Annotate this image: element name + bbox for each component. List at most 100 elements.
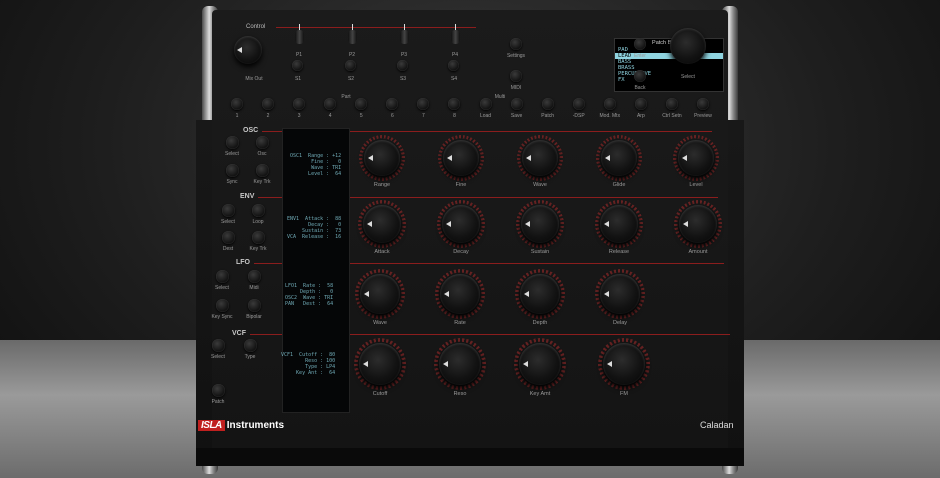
vcf-fm-knob[interactable] [603, 343, 645, 385]
knob-pointer [604, 155, 610, 161]
multi-button-save[interactable] [510, 98, 523, 110]
button-label: 3 [297, 113, 301, 119]
knob-label: Reso [453, 391, 467, 397]
lfo-depth-knob[interactable] [520, 274, 560, 314]
env-decay-knob[interactable] [442, 205, 480, 243]
knob-label: Decay [453, 249, 469, 255]
env-sustain-knob[interactable] [521, 205, 559, 243]
osc-select-button[interactable] [226, 136, 239, 149]
env-display-text: ENV1 Attack : 88 Decay : 0 Sustain : 73 … [287, 216, 342, 240]
env-loop-button[interactable] [252, 204, 265, 217]
midi-button[interactable] [510, 70, 522, 82]
knob-pointer [364, 291, 369, 297]
knob-pointer [604, 291, 609, 297]
button-label: 1 [235, 113, 239, 119]
vcf-select-button[interactable] [212, 339, 225, 352]
s1-button[interactable] [292, 60, 303, 71]
multi-button-mod-mtx[interactable] [603, 98, 616, 110]
osc-section-title: OSC [243, 127, 259, 134]
settings-button[interactable] [510, 38, 522, 50]
vcf-reso-knob[interactable] [439, 343, 481, 385]
part-button-1[interactable] [231, 98, 243, 110]
control-divider [276, 27, 476, 28]
multi-button-preview[interactable] [697, 98, 709, 110]
enter-button[interactable] [634, 38, 646, 50]
button-label: Patch [541, 113, 555, 119]
knob-pointer [363, 361, 369, 367]
button-label: 7 [422, 113, 425, 119]
pot-p2[interactable] [348, 24, 357, 44]
s-label: S4 [450, 76, 458, 82]
multi-button-arp[interactable] [634, 98, 647, 110]
env-release-knob[interactable] [600, 205, 638, 243]
osc-osc-button[interactable] [256, 136, 269, 149]
env-select-button[interactable] [222, 204, 235, 217]
pot-p1[interactable] [295, 24, 304, 44]
knob-pointer [603, 221, 609, 227]
isla-instruments-logo: ISLA Instruments [198, 420, 284, 431]
knob-pointer [446, 155, 452, 161]
pot-label: P3 [400, 52, 408, 58]
s-label: S1 [294, 76, 302, 82]
vcf-patch-button[interactable] [212, 384, 225, 397]
knob-pointer [525, 155, 531, 161]
lfo-bipolar-button[interactable] [248, 299, 261, 312]
vcf-key-amt-knob[interactable] [519, 343, 561, 385]
vcf-type-button[interactable] [244, 339, 257, 352]
button-label: 8 [453, 113, 456, 119]
lfo-rate-knob[interactable] [440, 274, 480, 314]
s3-button[interactable] [397, 60, 408, 71]
osc-key-trk-button[interactable] [256, 164, 269, 177]
lfo-wave-knob[interactable] [360, 274, 400, 314]
osc-sync-button[interactable] [226, 164, 239, 177]
multi-button-load[interactable] [479, 98, 492, 110]
back-button[interactable] [634, 70, 646, 82]
pot-p3[interactable] [400, 24, 409, 44]
knob-pointer [445, 221, 451, 227]
button-label: Key Trk [249, 246, 267, 252]
patch-browser-item[interactable]: FX [615, 77, 723, 83]
knob-pointer [366, 221, 372, 227]
vcf-cutoff-knob[interactable] [359, 343, 401, 385]
model-name: Caladan [700, 420, 734, 430]
knob-label: Amount [688, 249, 708, 255]
osc-level-knob[interactable] [678, 140, 714, 176]
select-encoder-knob[interactable] [670, 28, 706, 64]
s2-button[interactable] [345, 60, 356, 71]
lfo-key-sync-button[interactable] [216, 299, 229, 312]
lfo-midi-button[interactable] [248, 270, 261, 283]
knob-label: Wave [533, 182, 547, 188]
osc-fine-knob[interactable] [443, 140, 479, 176]
env-attack-knob[interactable] [363, 205, 401, 243]
multi-button-ctrl-setn[interactable] [665, 98, 678, 110]
s4-button[interactable] [448, 60, 459, 71]
mix-out-knob[interactable] [234, 36, 262, 64]
button-label: Ctrl Setn [662, 113, 682, 119]
env-section-title: ENV [240, 193, 255, 200]
osc-glide-knob[interactable] [601, 140, 637, 176]
lfo-delay-knob[interactable] [600, 274, 640, 314]
lfo-select-button[interactable] [216, 270, 229, 283]
patch-browser-screen: Patch Browse PADLEADBASSBRASSPERCUSSIVEF… [614, 38, 724, 92]
multi-button-patch[interactable] [541, 98, 554, 110]
env-key-trk-button[interactable] [252, 231, 265, 244]
knob-pointer [524, 291, 529, 297]
multi-button--dsp[interactable] [572, 98, 585, 110]
knob-label: Glide [612, 182, 626, 188]
osc-wave-knob[interactable] [522, 140, 558, 176]
env-dest-button[interactable] [222, 231, 235, 244]
knob-label: Release [608, 249, 630, 255]
osc-range-knob[interactable] [364, 140, 400, 176]
knob-pointer [524, 221, 530, 227]
part-button-2[interactable] [262, 98, 275, 110]
button-label: Save [510, 113, 523, 119]
pot-p4[interactable] [451, 24, 460, 44]
knob-pointer [367, 155, 373, 161]
part-label: Part [341, 94, 351, 100]
vcf-display-text: VCF1 Cutoff : 80 Reso : 100 Type : LP4 K… [281, 352, 336, 376]
button-label: Midi [249, 285, 259, 291]
env-amount-knob[interactable] [679, 205, 717, 243]
knob-label: Key Amt [529, 391, 551, 397]
button-label: Mod. Mtx [599, 113, 621, 119]
knob-label: FM [620, 391, 628, 397]
